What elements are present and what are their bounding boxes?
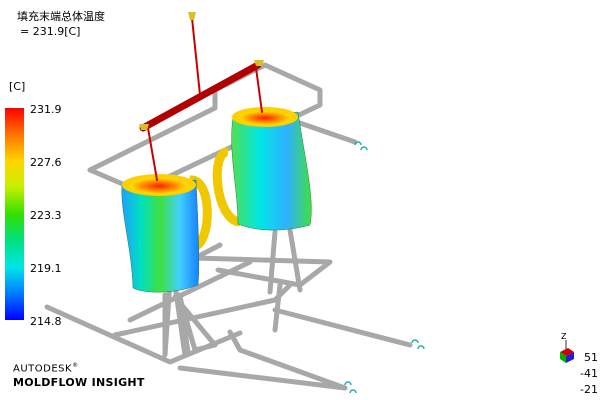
scale-tick: 214.8: [30, 315, 62, 328]
scale-tick: 231.9: [30, 103, 62, 116]
mug-right[interactable]: [212, 107, 312, 231]
brand-company-text: AUTODESK: [13, 363, 73, 375]
scale-tick: 223.3: [30, 209, 62, 222]
triad-readout: 51: [584, 351, 598, 364]
scale-tick: 219.1: [30, 262, 62, 275]
brand-company: AUTODESK®: [13, 362, 79, 374]
color-scale-bar: [5, 108, 24, 320]
connector-icons: [344, 141, 425, 394]
mug-left[interactable]: [121, 174, 212, 293]
scale-unit: [C]: [9, 80, 26, 93]
triad-z-label: Z: [561, 332, 567, 341]
brand-product: MOLDFLOW INSIGHT: [13, 376, 145, 389]
triad-readout: -41: [580, 367, 598, 380]
result-title: 填充末端总体温度: [17, 10, 105, 23]
model-viewport[interactable]: [0, 0, 600, 400]
result-value: = 231.9[C]: [20, 25, 81, 38]
brand-trademark: ®: [72, 362, 79, 369]
cooling-lines: [44, 62, 413, 391]
triad-readout: -21: [580, 383, 598, 396]
scale-tick: 227.6: [30, 156, 62, 169]
